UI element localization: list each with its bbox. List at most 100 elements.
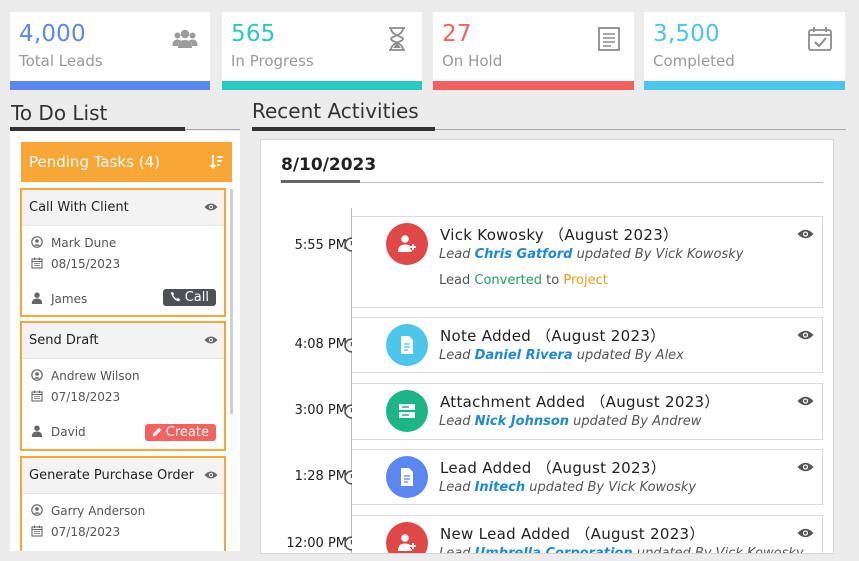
task-date: 07/18/2023 [31, 390, 120, 404]
stat-bar [433, 81, 634, 90]
activity-subtitle: Lead Chris Gatford updated By Vick Kowos… [439, 247, 744, 262]
task-contact-name: Garry Anderson [51, 504, 146, 518]
activity-time: 5:55 PM [294, 238, 347, 253]
calendar-check-icon [808, 27, 832, 51]
call-button[interactable]: Call [162, 289, 216, 306]
activity-card[interactable]: Vick Kowosky （August 2023） Lead Chris Ga… [352, 216, 823, 308]
task-contact: Andrew Wilson [31, 369, 140, 383]
activity-avatar [386, 223, 428, 265]
task-contact-name: Mark Dune [51, 236, 117, 250]
task-title: Send Draft [29, 333, 99, 348]
activity-card[interactable]: New Lead Added （August 2023） Lead Umbrel… [352, 515, 823, 553]
activity-avatar [386, 522, 428, 553]
user-circle-icon [31, 369, 43, 381]
todo-scrollbar[interactable] [230, 189, 233, 414]
task-date: 08/15/2023 [31, 257, 120, 271]
stat-label: Completed [653, 52, 735, 70]
activity-avatar [386, 324, 428, 366]
eye-icon[interactable] [204, 470, 218, 480]
activity-title: Note Added （August 2023） [440, 327, 666, 345]
lead-link[interactable]: Daniel Rivera [475, 348, 573, 363]
document-icon [401, 336, 413, 354]
activity-conversion: Lead Converted to Project [439, 273, 608, 288]
stat-value: 27 [442, 21, 472, 47]
eye-icon[interactable] [797, 461, 814, 473]
call-button-label: Call [184, 290, 209, 305]
task-date-value: 07/18/2023 [51, 525, 121, 539]
stat-bar [644, 81, 845, 90]
task-title: Generate Purchase Order [29, 468, 194, 483]
pending-tasks-label: Pending Tasks (4) [29, 153, 160, 171]
stat-bar [10, 81, 210, 90]
todo-title: To Do List [11, 101, 108, 125]
stat-value: 565 [231, 21, 276, 47]
lead-link[interactable]: Chris Gatford [475, 247, 573, 262]
user-icon [31, 425, 43, 437]
eye-icon[interactable] [797, 395, 814, 407]
stat-label: On Hold [442, 52, 503, 70]
activity-date: 8/10/2023 [281, 155, 377, 175]
activity-card[interactable]: Lead Added （August 2023） Lead Initech up… [352, 449, 823, 505]
create-button[interactable]: Create [144, 424, 216, 441]
calendar-icon [31, 257, 43, 269]
lead-link[interactable]: Nick Johnson [475, 414, 569, 429]
activity-subtitle: Lead Umbrella Corporation updated By Vic… [439, 546, 804, 553]
activity-time: 1:28 PM [294, 469, 347, 484]
task-date-value: 08/15/2023 [51, 257, 121, 271]
eye-icon[interactable] [204, 335, 218, 345]
task-date-value: 07/18/2023 [51, 390, 121, 404]
phone-icon [170, 291, 180, 302]
activities-title: Recent Activities [252, 99, 419, 123]
lead-link[interactable]: Umbrella Corporation [475, 546, 633, 553]
activity-subtitle: Lead Daniel Rivera updated By Alex [439, 348, 684, 363]
activity-title: Attachment Added （August 2023） [440, 393, 720, 411]
task-card[interactable]: Send Draft Andrew Wilson 07/18/2023 Davi… [20, 321, 226, 451]
activity-title: New Lead Added （August 2023） [440, 525, 705, 543]
stat-card-in-progress[interactable]: 565 In Progress [222, 12, 422, 90]
pending-tasks-header[interactable]: Pending Tasks (4) [21, 142, 232, 182]
stat-card-completed[interactable]: 3,500 Completed [644, 12, 845, 90]
task-title: Call With Client [29, 200, 129, 215]
user-circle-icon [31, 236, 43, 248]
activity-card[interactable]: Attachment Added （August 2023） Lead Nick… [352, 383, 823, 440]
task-owner-name: James [51, 292, 88, 306]
eye-icon[interactable] [797, 329, 814, 341]
document-icon [401, 468, 413, 486]
task-owner: David [31, 425, 86, 439]
task-header: Send Draft [22, 323, 224, 359]
date-divider-accent [281, 180, 360, 183]
stat-card-total-leads[interactable]: 4,000 Total Leads [10, 12, 210, 90]
stat-bar [222, 81, 422, 90]
user-circle-icon [31, 504, 43, 516]
users-icon [172, 29, 198, 48]
eye-icon[interactable] [797, 527, 814, 539]
task-card[interactable]: Call With Client Mark Dune 08/15/2023 Ja… [20, 188, 226, 317]
activity-card[interactable]: Note Added （August 2023） Lead Daniel Riv… [352, 317, 823, 373]
user-icon [31, 292, 43, 304]
activity-subtitle: Lead Initech updated By Vick Kowosky [439, 480, 697, 495]
create-button-label: Create [165, 425, 209, 440]
task-contact-name: Andrew Wilson [51, 369, 140, 383]
task-header: Call With Client [22, 190, 224, 226]
activity-title: Lead Added （August 2023） [440, 459, 666, 477]
todo-panel: Pending Tasks (4) Call With Client Mark … [10, 131, 240, 551]
calendar-icon [31, 525, 43, 537]
calendar-icon [31, 390, 43, 402]
task-contact: Garry Anderson [31, 504, 145, 518]
lead-link[interactable]: Initech [475, 480, 526, 495]
stat-value: 3,500 [653, 21, 720, 47]
activities-divider-accent [252, 127, 435, 131]
eye-icon[interactable] [797, 228, 814, 240]
activity-subtitle: Lead Nick Johnson updated By Andrew [439, 414, 702, 429]
eye-icon[interactable] [204, 202, 218, 212]
activity-title: Vick Kowosky （August 2023） [440, 226, 679, 244]
pencil-icon [152, 427, 161, 437]
add-user-icon [398, 235, 416, 252]
stat-label: Total Leads [19, 52, 103, 70]
task-card[interactable]: Generate Purchase Order Garry Anderson 0… [20, 456, 226, 551]
stat-card-on-hold[interactable]: 27 On Hold [433, 12, 634, 90]
date-divider [281, 182, 823, 183]
sort-icon[interactable] [210, 154, 224, 170]
task-date: 07/18/2023 [31, 525, 120, 539]
activity-time: 12:00 PM [286, 536, 347, 551]
